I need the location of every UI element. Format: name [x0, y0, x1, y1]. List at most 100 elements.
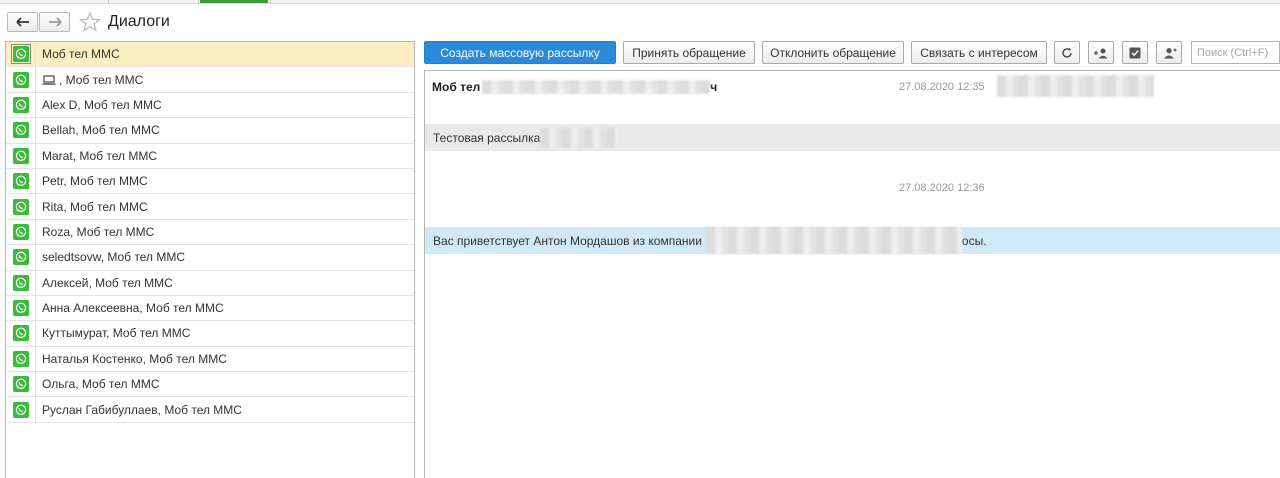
add-user-icon: [1094, 48, 1108, 58]
redacted-recipient: [997, 75, 1154, 97]
channel-cell: [6, 270, 36, 295]
favorite-star-icon[interactable]: [79, 12, 101, 32]
search-input[interactable]: [1197, 46, 1279, 59]
back-button[interactable]: [7, 12, 38, 32]
dialog-label: Roza, Моб тел ММС: [36, 225, 154, 239]
dialog-row[interactable]: Rita, Моб тел ММС: [6, 194, 414, 220]
dialog-name: seledtsovw, Моб тел ММС: [42, 250, 186, 265]
whatsapp-icon: [12, 249, 29, 266]
whatsapp-icon: [12, 274, 29, 291]
dialog-row[interactable]: Marat, Моб тел ММС: [6, 143, 414, 169]
incoming-message-suffix: осы.: [961, 233, 987, 248]
dialog-label: , Моб тел ММС: [36, 73, 143, 87]
channel-cell: [6, 219, 36, 245]
whatsapp-icon: [12, 96, 29, 113]
add-participant-button[interactable]: [1088, 41, 1114, 64]
refresh-button[interactable]: [1054, 41, 1080, 64]
incoming-message-text: Вас приветствует Антон Мордашов из компа…: [433, 233, 702, 248]
whatsapp-icon: [12, 325, 29, 342]
channel-cell: [6, 372, 36, 397]
dialog-row[interactable]: Куттымурат, Моб тел ММС: [6, 321, 414, 347]
dialog-label: Наталья Костенко, Моб тел ММС: [36, 352, 227, 366]
dialog-label: Руслан Габибуллаев, Моб тел ММС: [36, 403, 242, 417]
redacted-text: [705, 227, 962, 254]
dialog-label: seledtsovw, Моб тел ММС: [36, 250, 185, 264]
channel-cell: [6, 143, 36, 168]
dialog-row[interactable]: Моб тел ММС: [6, 42, 414, 68]
dialog-name: Наталья Костенко, Моб тел ММС: [42, 351, 227, 366]
channel-cell: [6, 321, 36, 346]
message-sender: Моб тел ч: [432, 80, 717, 94]
whatsapp-icon: [12, 71, 29, 88]
whatsapp-icon: [12, 173, 29, 190]
dialog-row[interactable]: Bellah, Моб тел ММС: [6, 118, 414, 144]
dialog-row[interactable]: Наталья Костенко, Моб тел ММС: [6, 346, 414, 373]
dialog-name: Руслан Габибуллаев, Моб тел ММС: [42, 402, 242, 417]
channel-cell: [6, 168, 36, 194]
channel-cell: [6, 346, 36, 372]
channel-cell: [6, 42, 36, 67]
dialog-name: Rita, Моб тел ММС: [42, 199, 148, 214]
dialog-row[interactable]: Petr, Моб тел ММС: [6, 168, 414, 195]
active-tab-indicator[interactable]: [200, 0, 268, 3]
dialog-row[interactable]: Alex D, Моб тел ММС: [6, 92, 414, 119]
whatsapp-icon: [12, 376, 29, 393]
dialog-label: Алексей, Моб тел ММС: [36, 276, 173, 290]
dialog-row[interactable]: , Моб тел ММС: [6, 67, 414, 93]
dialog-name: Моб тел ММС: [42, 47, 120, 62]
dialog-row[interactable]: Руслан Габибуллаев, Моб тел ММС: [6, 397, 414, 423]
whatsapp-icon: [12, 401, 29, 418]
dialog-label: Bellah, Моб тел ММС: [36, 123, 160, 137]
arrow-left-icon: [15, 17, 29, 27]
channel-cell: [6, 118, 36, 143]
dialog-name: Marat, Моб тел ММС: [42, 148, 157, 163]
dialog-row[interactable]: seledtsovw, Моб тел ММС: [6, 245, 414, 271]
dialog-label: Куттымурат, Моб тел ММС: [36, 326, 190, 340]
dialog-row[interactable]: Ольга, Моб тел ММС: [6, 372, 414, 398]
dialog-row[interactable]: Анна Алексеевна, Моб тел ММС: [6, 295, 414, 322]
page-title: Диалоги: [108, 13, 170, 30]
channel-cell: [6, 67, 36, 92]
dialog-name: Roza, Моб тел ММС: [42, 224, 155, 239]
message-timestamp: 27.08.2020 12:35: [899, 81, 985, 93]
user-assign-icon: [1164, 47, 1177, 58]
complete-button[interactable]: [1122, 41, 1148, 64]
dialog-row[interactable]: Roza, Моб тел ММС: [6, 219, 414, 246]
outgoing-message-text: Тестовая рассылка: [433, 130, 541, 145]
forward-button[interactable]: [39, 12, 70, 32]
assign-user-button[interactable]: [1156, 41, 1182, 64]
refresh-icon: [1062, 47, 1072, 58]
outgoing-message: Тестовая рассылка: [425, 124, 1280, 151]
title-bar: Диалоги: [0, 4, 1280, 38]
dialog-label: Моб тел ММС: [36, 47, 120, 61]
dialog-label: Rita, Моб тел ММС: [36, 200, 148, 214]
checkbox-icon: [1129, 47, 1141, 58]
dialog-name: Bellah, Моб тел ММС: [42, 123, 160, 138]
channel-cell: [6, 397, 36, 422]
whatsapp-icon: [12, 147, 29, 164]
dialog-name: Куттымурат, Моб тел ММС: [42, 326, 191, 341]
dialog-name: Alex D, Моб тел ММС: [42, 97, 162, 112]
whatsapp-icon: [12, 300, 29, 317]
dialog-name: Petr, Моб тел ММС: [42, 174, 148, 189]
whatsapp-icon: [12, 223, 29, 240]
redacted-text: [540, 127, 619, 148]
redacted-sender: [482, 80, 711, 94]
create-mailing-button[interactable]: Создать массовую рассылку: [424, 41, 616, 64]
sender-prefix: Моб тел: [432, 80, 481, 94]
accept-request-button[interactable]: Принять обращение: [623, 41, 755, 64]
conversation-panel: Создать массовую рассылку Принять обраще…: [424, 41, 1280, 478]
dialog-list: Моб тел ММС , Моб тел ММС Alex D, Моб тел …: [5, 41, 415, 478]
whatsapp-icon: [12, 350, 29, 367]
dialog-label: Анна Алексеевна, Моб тел ММС: [36, 301, 224, 315]
dialog-label: Petr, Моб тел ММС: [36, 174, 148, 188]
dialog-name: Ольга, Моб тел ММС: [42, 377, 160, 392]
reject-request-button[interactable]: Отклонить обращение: [762, 41, 904, 64]
dialog-row[interactable]: Алексей, Моб тел ММС: [6, 270, 414, 296]
channel-cell: [6, 245, 36, 270]
laptop-icon: [42, 74, 56, 85]
dialog-name: , Моб тел ММС: [59, 72, 144, 87]
search-field[interactable]: [1191, 41, 1280, 64]
sender-suffix: ч: [710, 80, 718, 94]
link-interest-button[interactable]: Связать с интересом: [911, 41, 1047, 64]
